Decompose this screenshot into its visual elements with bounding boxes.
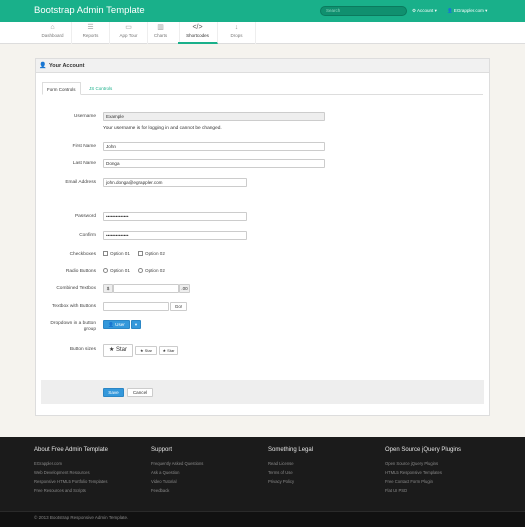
footer-link[interactable]: Feedback: [151, 488, 169, 493]
decimal-suffix: .00: [179, 284, 190, 293]
star-icon: ★: [108, 347, 117, 353]
footer-heading-legal: Something Legal: [268, 447, 314, 453]
radio[interactable]: [138, 268, 143, 273]
user-menu[interactable]: 👤 EGrappler.com ▾: [447, 8, 487, 14]
footer-link[interactable]: Frequently Asked Questions: [151, 461, 203, 466]
footer-link[interactable]: Privacy Policy: [268, 479, 294, 484]
radio-option-02-label: Option 02: [145, 268, 165, 273]
star-button-small[interactable]: ★ Star: [159, 346, 178, 355]
brand-title[interactable]: Bootstrap Admin Template: [34, 5, 145, 16]
lastname-label: Last Name: [72, 161, 96, 166]
charts-icon: ▥: [157, 24, 164, 31]
footer-link[interactable]: EGrappler.com: [34, 461, 62, 466]
footer-link[interactable]: Web Development Resources: [34, 470, 90, 475]
textbox-buttons-label: Textbox with Buttons: [52, 304, 96, 309]
footer-link[interactable]: Responsive HTML5 Portfolio Templates: [34, 479, 107, 484]
save-button[interactable]: Save: [103, 388, 124, 397]
user-icon: 👤: [447, 8, 454, 13]
currency-prefix: $: [103, 284, 113, 293]
email-field[interactable]: john.donga@egrappler.com: [103, 178, 247, 187]
radio[interactable]: [103, 268, 108, 273]
checkbox[interactable]: [103, 251, 108, 256]
checkbox[interactable]: [138, 251, 143, 256]
footer-link[interactable]: Ask a Question: [151, 470, 179, 475]
checkbox-option-01[interactable]: [103, 251, 108, 258]
footer-heading-plugins: Open Source jQuery Plugins: [385, 447, 462, 453]
user-icon: 👤: [39, 63, 47, 69]
footer-link[interactable]: Flat UI PSD: [385, 488, 407, 493]
confirm-field[interactable]: ••••••••••••••: [103, 231, 247, 240]
tab-js-controls[interactable]: JS Controls: [85, 82, 116, 95]
code-icon: </>: [192, 24, 203, 31]
footer-heading-support: Support: [151, 447, 173, 453]
password-field[interactable]: ••••••••••••••: [103, 212, 247, 221]
dropdown-toggle[interactable]: ▾: [131, 320, 141, 329]
arrow-down-icon: ↓: [234, 24, 239, 31]
checkbox-option-02-label: Option 02: [145, 251, 165, 256]
account-menu[interactable]: ⚙ Account ▾: [412, 8, 437, 14]
textbox-with-button[interactable]: [103, 302, 169, 311]
dashboard-icon: ⌂: [50, 24, 55, 31]
panel-title: Your Account: [49, 63, 85, 69]
username-help: Your username is for logging in and cann…: [103, 126, 222, 131]
nav-item-shortcodes[interactable]: </> Shortcodes: [178, 22, 218, 44]
footer-link[interactable]: Terms of Use: [268, 470, 293, 475]
footer-link[interactable]: Free Contact Form Plugin: [385, 479, 433, 484]
caret-down-icon: ▾: [134, 322, 138, 327]
username-field[interactable]: Example: [103, 112, 325, 121]
copyright-text: © 2013 Bootstrap Responsive Admin Templa…: [34, 515, 129, 520]
reports-icon: ☰: [87, 24, 94, 31]
tab-form-controls[interactable]: Form Controls: [42, 82, 81, 95]
nav-item-dashboard[interactable]: ⌂ Dashboard: [34, 22, 72, 44]
user-button[interactable]: 👤 User: [103, 320, 130, 329]
footer-link[interactable]: HTML5 Responsive Templates: [385, 470, 442, 475]
username-label: Username: [73, 114, 96, 119]
footer-link[interactable]: Open Source jQuery Plugins: [385, 461, 438, 466]
radio-option-01[interactable]: [103, 268, 108, 275]
checkbox-option-02[interactable]: [138, 251, 143, 258]
checkboxes-label: Checkboxes: [69, 252, 96, 257]
cancel-button[interactable]: Cancel: [127, 388, 153, 397]
caret-down-icon: ▾: [483, 8, 488, 13]
footer-link[interactable]: Video Tutorial: [151, 479, 177, 484]
email-label: Email Address: [65, 180, 96, 185]
confirm-label: Confirm: [79, 233, 96, 238]
firstname-field[interactable]: John: [103, 142, 325, 151]
nav-item-drops[interactable]: ↓ Drops: [218, 22, 256, 44]
password-label: Password: [74, 214, 96, 219]
star-button-large[interactable]: ★ Star: [103, 344, 133, 357]
lastname-field[interactable]: Donga: [103, 159, 325, 168]
caret-down-icon: ▾: [433, 8, 437, 13]
radio-option-01-label: Option 01: [110, 268, 130, 273]
footer-link[interactable]: Read License: [268, 461, 294, 466]
search-input[interactable]: Search: [320, 6, 407, 16]
go-button[interactable]: Go!: [170, 302, 187, 311]
panel-header: [36, 59, 489, 73]
nav-item-charts[interactable]: ▥ Charts: [142, 22, 180, 44]
firstname-label: First Name: [72, 144, 96, 149]
nav-item-reports[interactable]: ☰ Reports: [72, 22, 110, 44]
star-button-medium[interactable]: ★ Star: [135, 346, 157, 355]
dropdown-label: Dropdown in a button group: [50, 321, 96, 332]
combined-label: Combined Textbox: [56, 286, 96, 291]
checkbox-option-01-label: Option 01: [110, 251, 130, 256]
radio-option-02[interactable]: [138, 268, 143, 275]
footer-link[interactable]: Free Resources and Scripts: [34, 488, 86, 493]
button-sizes-label: Button sizes: [69, 347, 96, 352]
footer-heading-about: About Free Admin Template: [34, 447, 108, 453]
radio-label: Radio Buttons: [65, 269, 96, 274]
amount-input[interactable]: [113, 284, 179, 293]
